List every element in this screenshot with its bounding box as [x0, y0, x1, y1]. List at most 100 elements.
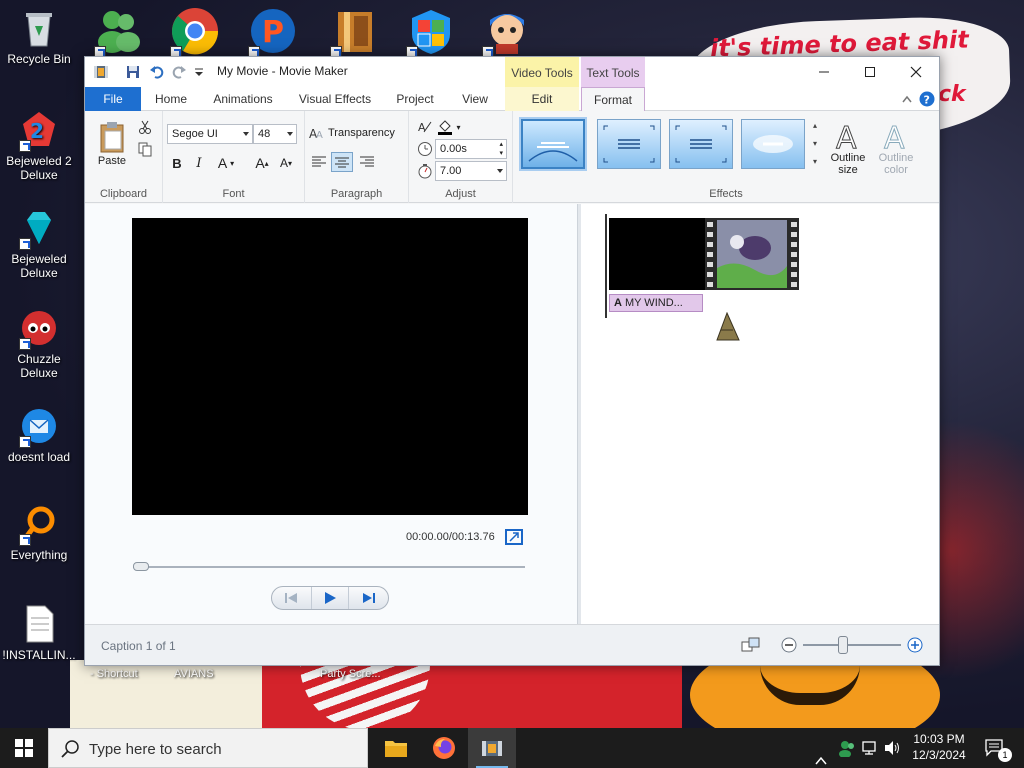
- redo-icon[interactable]: [171, 64, 187, 80]
- undo-icon[interactable]: [149, 64, 165, 80]
- desktop-icon-label-party-screen[interactable]: Party Scre...: [320, 668, 381, 680]
- taskbar-movie-maker[interactable]: [468, 728, 516, 768]
- video-preview[interactable]: [132, 218, 528, 515]
- title-clip[interactable]: [609, 218, 705, 290]
- desktop-icon-chuzzle[interactable]: Chuzzle Deluxe: [0, 308, 78, 380]
- movie-maker-icon[interactable]: [93, 64, 109, 80]
- bold-button[interactable]: B: [167, 153, 187, 173]
- tab-view[interactable]: View: [449, 87, 501, 111]
- align-right-icon[interactable]: [359, 155, 375, 169]
- quick-access-dropdown-icon[interactable]: [191, 64, 207, 80]
- next-frame-button[interactable]: [350, 587, 388, 609]
- align-center-button[interactable]: [331, 152, 353, 172]
- video-clip[interactable]: [705, 218, 799, 290]
- text-color-icon[interactable]: A: [417, 119, 433, 135]
- outline-color-button[interactable]: A Outline color: [871, 115, 921, 181]
- movie-maker-window: My Movie - Movie Maker Video Tools Text …: [84, 56, 940, 666]
- desktop-icon-everything[interactable]: Everything: [0, 504, 78, 562]
- volume-icon[interactable]: [884, 740, 902, 756]
- tab-edit[interactable]: Edit: [505, 87, 579, 111]
- font-size-select[interactable]: 48: [253, 124, 297, 144]
- scroll-up-icon[interactable]: ▴: [813, 121, 817, 130]
- effect-zoom-out[interactable]: [597, 119, 661, 169]
- taskbar-search[interactable]: Type here to search: [48, 728, 368, 768]
- playhead[interactable]: [605, 214, 607, 318]
- close-button[interactable]: [893, 57, 939, 87]
- fullscreen-button[interactable]: [505, 529, 523, 545]
- taskbar-clock[interactable]: 10:03 PM 12/3/2024: [904, 731, 974, 763]
- stepper-arrows-icon[interactable]: ▴ ▾: [499, 140, 503, 158]
- zoom-out-icon[interactable]: [781, 637, 797, 653]
- taskbar-file-explorer[interactable]: [372, 728, 420, 768]
- outline-size-button[interactable]: A Outline size: [825, 115, 871, 181]
- more-effects-icon[interactable]: ▾: [813, 157, 817, 166]
- zoom-in-icon[interactable]: [907, 637, 923, 653]
- transparency-button[interactable]: AA Transparency: [309, 123, 407, 143]
- effect-swing[interactable]: [519, 117, 587, 171]
- tab-home[interactable]: Home: [143, 87, 199, 111]
- tab-format[interactable]: Format: [581, 87, 645, 112]
- maximize-button[interactable]: [847, 57, 893, 87]
- duration-select[interactable]: 7.00: [435, 161, 507, 181]
- effect-glow[interactable]: [741, 119, 805, 169]
- play-icon: [325, 592, 336, 604]
- desktop-icon-label-avians[interactable]: AVIANS: [174, 668, 214, 680]
- desktop-icon-bejeweled[interactable]: Bejeweled Deluxe: [0, 208, 78, 280]
- action-center-button[interactable]: 1: [980, 728, 1012, 768]
- play-button[interactable]: [311, 587, 349, 609]
- windows-shortcut-icon[interactable]: [406, 6, 456, 58]
- network-icon[interactable]: [862, 740, 880, 756]
- tab-file[interactable]: File: [85, 87, 141, 111]
- italic-button[interactable]: I: [189, 153, 209, 173]
- seek-thumb[interactable]: [133, 562, 149, 571]
- tray-chevron-up-icon[interactable]: [814, 741, 828, 768]
- zoom-slider-thumb[interactable]: [838, 636, 849, 654]
- start-time-stepper[interactable]: 0.00s ▴ ▾: [435, 139, 507, 159]
- chrome-shortcut-icon[interactable]: [170, 6, 220, 58]
- font-family-select[interactable]: Segoe UI: [167, 124, 253, 144]
- tab-project[interactable]: Project: [387, 87, 443, 111]
- minimize-button[interactable]: [801, 57, 847, 87]
- tab-visual-effects[interactable]: Visual Effects: [289, 87, 381, 111]
- seek-bar[interactable]: [133, 562, 525, 571]
- desktop-icon-doesnt-load[interactable]: doesnt load: [0, 406, 78, 464]
- align-left-icon[interactable]: [311, 155, 327, 169]
- font-color-button[interactable]: A ▾: [215, 153, 237, 173]
- game-character-shortcut-icon[interactable]: [482, 6, 532, 58]
- zoom-slider[interactable]: [803, 636, 901, 654]
- desktop-icon-recycle-bin[interactable]: Recycle Bin: [0, 8, 78, 66]
- cut-icon[interactable]: [137, 119, 153, 135]
- caption-track-item[interactable]: A MY WIND...: [609, 294, 703, 312]
- save-icon[interactable]: [125, 64, 141, 80]
- desktop-icon-bejeweled-2[interactable]: 2 Bejeweled 2 Deluxe: [0, 110, 78, 182]
- messenger-shortcut-icon[interactable]: [94, 6, 144, 58]
- taskbar-firefox[interactable]: [420, 728, 468, 768]
- background-color-button[interactable]: ▾: [435, 117, 463, 137]
- copy-icon[interactable]: [137, 141, 153, 157]
- help-icon[interactable]: ?: [919, 91, 935, 107]
- tab-animations[interactable]: Animations: [203, 87, 283, 111]
- desktop-icon-label: doesnt load: [7, 450, 71, 464]
- chevron-down-icon: ▾: [230, 158, 235, 168]
- collapse-ribbon-icon[interactable]: [901, 94, 913, 104]
- grow-font-button[interactable]: A ▴: [251, 153, 273, 173]
- people-icon[interactable]: [838, 739, 856, 757]
- font-color-label: A: [217, 155, 228, 171]
- title-bar[interactable]: My Movie - Movie Maker Video Tools Text …: [85, 57, 939, 87]
- previous-frame-button[interactable]: [272, 587, 310, 609]
- desktop-icon-installing[interactable]: !INSTALLIN...: [0, 604, 78, 662]
- transparency-icon: AA: [309, 127, 323, 140]
- paste-button[interactable]: Paste: [93, 117, 131, 171]
- scroll-down-icon[interactable]: ▾: [813, 139, 817, 148]
- svg-text:P: P: [262, 15, 284, 50]
- effect-zoom-in[interactable]: [669, 119, 733, 169]
- shrink-font-button[interactable]: A ▾: [275, 153, 297, 173]
- start-button[interactable]: [0, 728, 48, 768]
- search-icon: [61, 740, 79, 758]
- thumbnail-size-icon[interactable]: [741, 637, 761, 653]
- desktop-icon-label-shortcut[interactable]: - Shortcut: [90, 668, 138, 680]
- archive-shortcut-icon[interactable]: [330, 6, 380, 58]
- peggle-shortcut-icon[interactable]: P: [248, 6, 298, 58]
- effects-gallery-scroll[interactable]: ▴ ▾ ▾: [809, 117, 821, 171]
- desktop-icon-label: !INSTALLIN...: [2, 648, 76, 662]
